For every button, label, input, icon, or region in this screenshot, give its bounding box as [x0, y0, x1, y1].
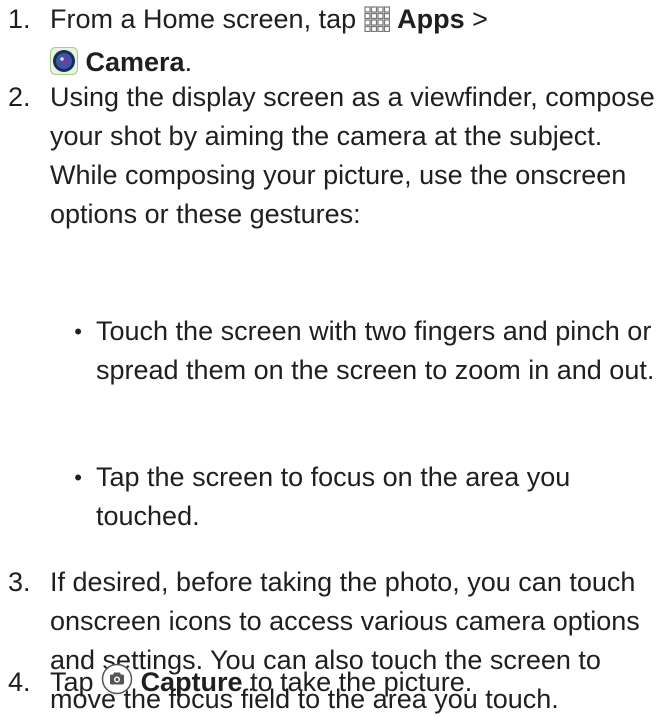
step-number: 4.: [8, 667, 31, 697]
camera-label: Camera: [85, 47, 185, 77]
apps-label: Apps: [397, 4, 465, 34]
step-4: 4. Tap Capture to take the picture.: [0, 663, 665, 706]
step-text: From a Home screen, tap Apps > Camera.: [50, 0, 665, 86]
bullet-dot: •: [74, 465, 82, 490]
capture-label: Capture: [140, 667, 243, 697]
step-text: Tap Capture to take the picture.: [50, 663, 665, 706]
bullet-dot: •: [74, 319, 82, 344]
step-number: 2.: [8, 82, 31, 112]
apps-grid-icon: [364, 4, 390, 43]
step-number: 3.: [8, 567, 31, 597]
step-number: 1.: [8, 4, 31, 34]
bullet-item: • Touch the screen with two fingers and …: [0, 312, 665, 390]
bullet-text: Tap the screen to focus on the area you …: [96, 462, 571, 531]
capture-button-icon: [101, 663, 133, 706]
step-1: 1. From a Home screen, tap Apps > Camera…: [0, 0, 665, 86]
bullet-text: Touch the screen with two fingers and pi…: [96, 316, 655, 385]
step-text: Using the display screen as a viewfinder…: [50, 82, 655, 229]
bullet-item: • Tap the screen to focus on the area yo…: [0, 458, 665, 536]
step-2: 2. Using the display screen as a viewfin…: [0, 78, 665, 234]
